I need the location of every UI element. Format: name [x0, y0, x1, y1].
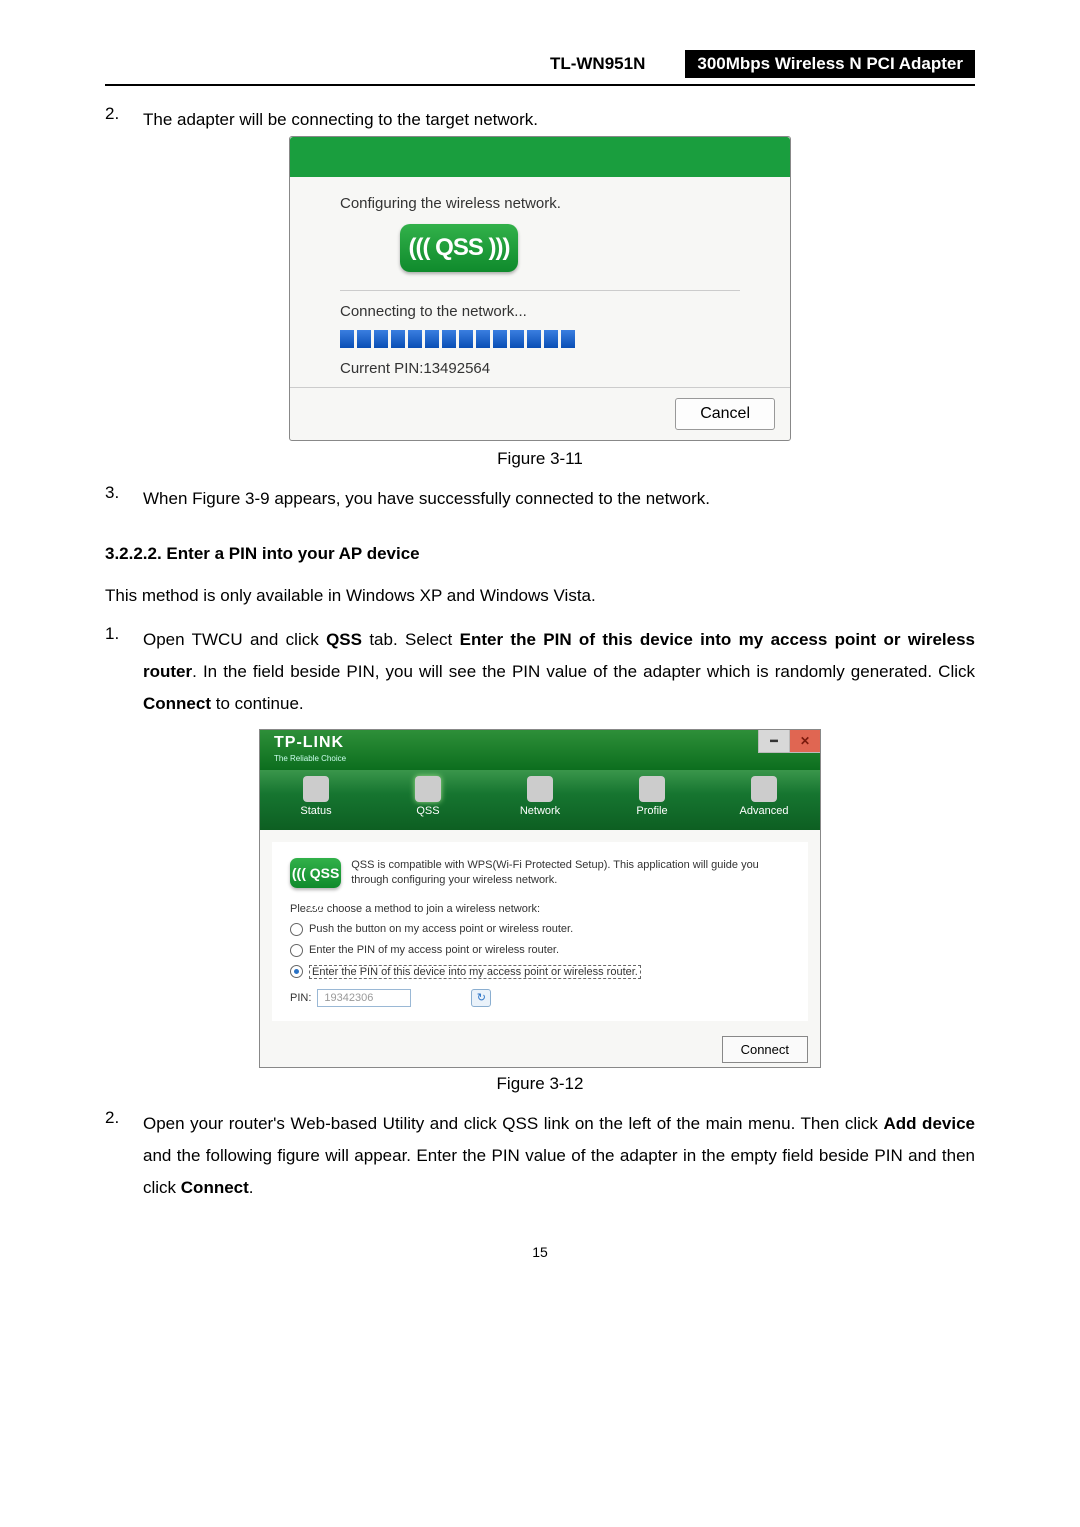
list-number: 3. — [105, 483, 143, 515]
qss-intro-text: QSS is compatible with WPS(Wi-Fi Protect… — [351, 858, 790, 889]
network-icon — [527, 776, 553, 802]
pin-label: PIN: — [290, 992, 311, 1004]
list-number: 2. — [105, 1108, 143, 1205]
method-note: This method is only available in Windows… — [105, 580, 975, 612]
option-enter-device-pin[interactable]: Enter the PIN of this device into my acc… — [290, 965, 790, 979]
product-name: 300Mbps Wireless N PCI Adapter — [685, 50, 975, 78]
option-label: Enter the PIN of this device into my acc… — [309, 965, 641, 979]
option-enter-ap-pin[interactable]: Enter the PIN of my access point or wire… — [290, 944, 790, 957]
tab-status[interactable]: Status — [260, 770, 372, 830]
model-number: TL-WN951N — [550, 54, 685, 73]
brand-logo: TP-LINK — [274, 734, 344, 752]
figure-caption: Figure 3-12 — [105, 1074, 975, 1094]
advanced-icon — [751, 776, 777, 802]
status-icon — [303, 776, 329, 802]
tab-qss[interactable]: QSS — [372, 770, 484, 830]
tab-label: Network — [484, 805, 596, 817]
configuring-label: Configuring the wireless network. — [340, 195, 740, 212]
option-label: Push the button on my access point or wi… — [309, 923, 573, 935]
step-text: Open your router's Web-based Utility and… — [143, 1108, 975, 1205]
tab-advanced[interactable]: Advanced — [708, 770, 820, 830]
tab-label: QSS — [372, 805, 484, 817]
step-text: Open TWCU and click QSS tab. Select Ente… — [143, 624, 975, 721]
document-header: TL-WN951N300Mbps Wireless N PCI Adapter — [105, 50, 975, 86]
choose-method-label: Please choose a method to join a wireles… — [290, 903, 790, 915]
close-icon[interactable]: ✕ — [789, 730, 820, 753]
profile-icon — [639, 776, 665, 802]
figure-caption: Figure 3-11 — [105, 449, 975, 469]
progress-bar — [340, 330, 600, 350]
step-text: The adapter will be connecting to the ta… — [143, 104, 975, 136]
twcu-titlebar: TP-LINK The Reliable Choice ━ ✕ — [260, 730, 820, 770]
step-text: When Figure 3-9 appears, you have succes… — [143, 483, 975, 515]
current-pin-label: Current PIN:13492564 — [340, 360, 740, 377]
radio-icon — [290, 965, 303, 978]
configuring-dialog: Configuring the wireless network. ((( QS… — [289, 136, 791, 441]
pin-input[interactable]: 19342306 — [317, 989, 411, 1007]
dialog-titlebar — [290, 137, 790, 177]
qss-logo-icon: ((( QSS ))) — [290, 858, 341, 888]
tab-label: Advanced — [708, 805, 820, 817]
connecting-label: Connecting to the network... — [340, 303, 740, 320]
qss-logo-icon: ((( QSS ))) — [400, 224, 518, 272]
brand-tagline: The Reliable Choice — [274, 754, 346, 763]
refresh-pin-icon[interactable]: ↻ — [471, 989, 491, 1007]
twcu-window: TP-LINK The Reliable Choice ━ ✕ Status Q… — [259, 729, 821, 1068]
radio-icon — [290, 923, 303, 936]
radio-icon — [290, 944, 303, 957]
option-push-button[interactable]: Push the button on my access point or wi… — [290, 923, 790, 936]
list-number: 1. — [105, 624, 143, 721]
tab-profile[interactable]: Profile — [596, 770, 708, 830]
connect-button[interactable]: Connect — [722, 1036, 808, 1063]
option-label: Enter the PIN of my access point or wire… — [309, 944, 559, 956]
tab-network[interactable]: Network — [484, 770, 596, 830]
minimize-icon[interactable]: ━ — [758, 730, 789, 753]
section-heading: 3.2.2.2. Enter a PIN into your AP device — [105, 544, 975, 564]
cancel-button[interactable]: Cancel — [675, 398, 775, 430]
page-number: 15 — [105, 1244, 975, 1260]
tab-label: Profile — [596, 805, 708, 817]
tab-label: Status — [260, 805, 372, 817]
twcu-tabs: Status QSS Network Profile Advanced — [260, 770, 820, 830]
qss-tab-icon — [415, 776, 441, 802]
list-number: 2. — [105, 104, 143, 136]
